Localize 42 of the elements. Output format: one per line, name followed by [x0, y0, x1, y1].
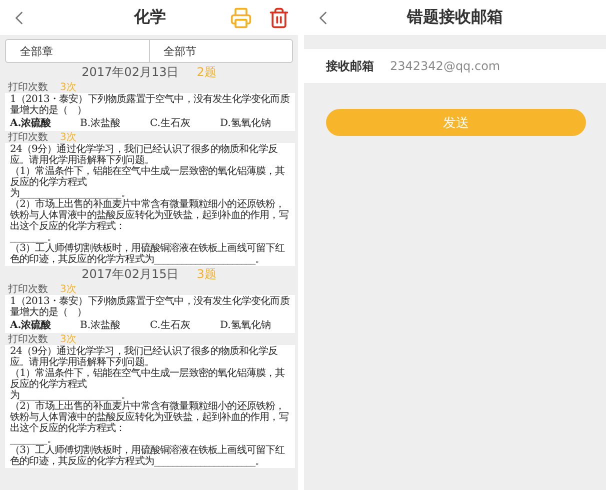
print-count: 3次 [60, 81, 76, 94]
question-text: （2）市场上出售的补血麦片中常含有微量颗粒细小的还原铁粉，铁粉与人体胃液中的盐酸反应转化为亚铁盐，起到补血的作用，写出这个反应的化学方程式： [10, 401, 290, 434]
question-text: （3）工人师傅切割铁板时，用硫酸铜溶液在铁板上画线可留下红色的印迹，其反应的化学方程式为______________________。 [10, 445, 286, 467]
question-text: （2）市场上出售的补血麦片中常含有微量颗粒细小的还原铁粉，铁粉与人体胃液中的盐酸反应转化为亚铁盐，起到补血的作用，写出这个反应的化学方程式： [10, 199, 290, 232]
date-heading: 2017年02月13日 [82, 64, 179, 81]
print-count-label: 打印次数 [8, 80, 48, 94]
print-count: 3次 [60, 131, 76, 144]
question-text: 24（9分）通过化学学习，我们已经认识了很多的物质和化学反应。请用化学用语解释下列问题。 [10, 144, 278, 166]
email-field[interactable]: 接收邮箱 2342342@qq.com [304, 49, 606, 83]
question-text: （1）常温条件下，铝能在空气中生成一层致密的氧化铝薄膜，其反应的化学方程式 [10, 368, 286, 390]
question-text: 1（2013・泰安）下列物质露置于空气中，没有发生化学变化而质量增大的是（ ） [10, 296, 290, 318]
answer-option: B.浓盐酸 [80, 118, 150, 130]
filter-dropdown[interactable]: 全部节 [148, 40, 292, 62]
page-title: 错题接收邮箱 [406, 7, 504, 28]
date-heading: 2017年02月15日 [82, 266, 179, 283]
filter-dropdown[interactable]: 全部章 [6, 40, 148, 62]
print-count-label: 打印次数 [8, 130, 48, 144]
answer-option: C.生石灰 [150, 320, 220, 332]
answer-option: D.氢氧化钠 [220, 320, 290, 332]
print-count: 3次 [60, 333, 76, 346]
answer-option: A.浓硫酸 [10, 118, 80, 130]
answer-option: C.生石灰 [150, 118, 220, 130]
answer-option: A.浓硫酸 [10, 320, 80, 332]
field-label: 接收邮箱 [326, 58, 374, 74]
trash-icon[interactable] [268, 6, 290, 28]
question-count: 3题 [196, 266, 216, 283]
question-text: 1（2013・泰安）下列物质露置于空气中，没有发生化学变化而质量增大的是（ ） [10, 94, 290, 116]
print-count: 3次 [60, 283, 76, 296]
print-count-label: 打印次数 [8, 282, 48, 296]
answer-option: B.浓盐酸 [80, 320, 150, 332]
page-title: 化学 [132, 7, 167, 28]
question-text: 24（9分）通过化学学习，我们已经认识了很多的物质和化学反应。请用化学用语解释下列问题。 [10, 346, 278, 368]
question-text: 为______________________。 [10, 188, 130, 199]
question-count: 2题 [196, 64, 216, 81]
question-text: ________。 [10, 232, 58, 243]
question-text: 为______________________。 [10, 390, 130, 401]
print-count-label: 打印次数 [8, 332, 48, 346]
question-text: （1）常温条件下，铝能在空气中生成一层致密的氧化铝薄膜，其反应的化学方程式 [10, 166, 286, 188]
question-text: ________。 [10, 434, 58, 445]
question-text: （3）工人师傅切割铁板时，用硫酸铜溶液在铁板上画线可留下红色的印迹，其反应的化学方程式为______________________。 [10, 243, 286, 265]
answer-option: D.氢氧化钠 [220, 118, 290, 130]
email-input[interactable]: 2342342@qq.com [388, 58, 584, 74]
